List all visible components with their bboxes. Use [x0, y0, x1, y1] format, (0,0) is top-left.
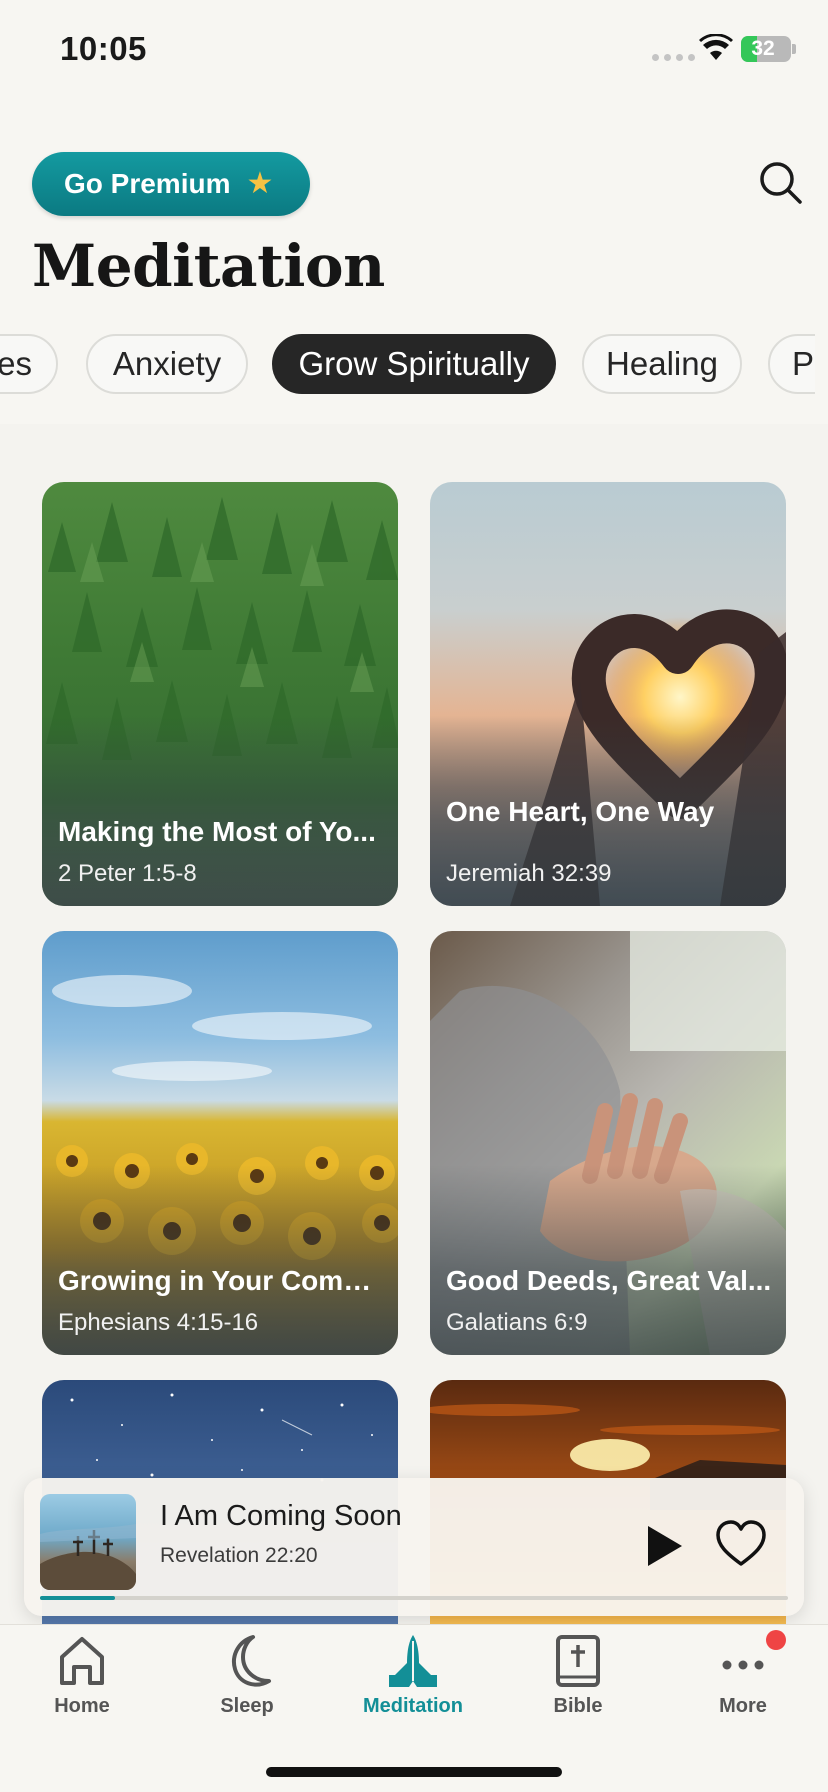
crosses-on-hill-image	[40, 1524, 136, 1590]
meditation-card[interactable]: Good Deeds, Great Val... Galatians 6:9	[430, 931, 786, 1355]
card-title: Good Deeds, Great Val...	[446, 1265, 772, 1296]
meditation-screen: 10:05 32 Go Premium ★ Meditation es Anxi…	[0, 0, 828, 1792]
tab-sleep[interactable]: Sleep	[172, 1631, 322, 1741]
now-playing-thumbnail	[40, 1494, 136, 1590]
tab-label: Bible	[553, 1695, 603, 1717]
chip-healing[interactable]: Healing	[582, 334, 742, 394]
notification-badge	[766, 1630, 786, 1650]
card-title: Making the Most of Yo...	[58, 816, 376, 847]
meditation-card[interactable]: Growing in Your Comm... Ephesians 4:15-1…	[42, 931, 398, 1355]
bible-icon	[556, 1635, 600, 1687]
moon-icon	[232, 1635, 271, 1687]
tab-label: Sleep	[220, 1695, 274, 1717]
play-icon[interactable]	[642, 1522, 686, 1570]
tab-meditation[interactable]: Meditation	[338, 1631, 488, 1741]
playback-progress-fill	[40, 1596, 115, 1600]
meditation-card[interactable]: Making the Most of Yo... 2 Peter 1:5-8	[42, 482, 398, 906]
chip-partial-right[interactable]: Pe	[768, 334, 815, 394]
go-premium-button[interactable]: Go Premium ★	[32, 152, 310, 216]
chip-partial-left[interactable]: es	[0, 334, 58, 394]
chip-grow-spiritually[interactable]: Grow Spiritually	[272, 334, 556, 394]
search-icon[interactable]	[756, 158, 806, 208]
card-title: Growing in Your Comm...	[58, 1265, 384, 1296]
cellular-signal-icon	[652, 54, 695, 61]
home-indicator[interactable]	[266, 1767, 562, 1777]
now-playing-title: I Am Coming Soon	[160, 1500, 402, 1532]
status-bar: 10:05 32	[0, 0, 828, 100]
meditation-card[interactable]: One Heart, One Way Jeremiah 32:39	[430, 482, 786, 906]
status-time: 10:05	[60, 30, 147, 67]
chip-anxiety[interactable]: Anxiety	[86, 334, 248, 394]
wifi-icon	[699, 34, 733, 60]
playback-progress-bar[interactable]	[40, 1596, 788, 1600]
tab-bible[interactable]: Bible	[503, 1631, 653, 1741]
tab-label: Home	[54, 1695, 110, 1717]
tab-home[interactable]: Home	[7, 1631, 157, 1741]
tab-label: More	[719, 1695, 767, 1717]
card-verse: 2 Peter 1:5-8	[58, 860, 197, 887]
card-verse: Jeremiah 32:39	[446, 860, 612, 887]
praying-hands-icon	[389, 1635, 437, 1687]
star-icon: ★	[246, 167, 274, 200]
tab-more[interactable]: More	[668, 1631, 818, 1741]
home-icon	[60, 1637, 104, 1685]
card-verse: Galatians 6:9	[446, 1309, 588, 1336]
now-playing-bar[interactable]: I Am Coming Soon Revelation 22:20	[24, 1478, 804, 1616]
battery-icon: 32	[741, 36, 791, 62]
category-chips: es Anxiety Grow Spiritually Healing Pe	[0, 334, 815, 396]
battery-cap	[792, 44, 796, 54]
more-dots-icon	[722, 1660, 764, 1670]
card-verse: Ephesians 4:15-16	[58, 1309, 259, 1336]
tab-label: Meditation	[363, 1695, 463, 1717]
go-premium-label: Go Premium	[64, 168, 231, 199]
page-title: Meditation	[32, 232, 385, 300]
heart-icon[interactable]	[714, 1518, 768, 1572]
battery-level: 32	[751, 37, 775, 60]
card-title: One Heart, One Way	[446, 796, 715, 827]
now-playing-verse: Revelation 22:20	[160, 1544, 318, 1567]
